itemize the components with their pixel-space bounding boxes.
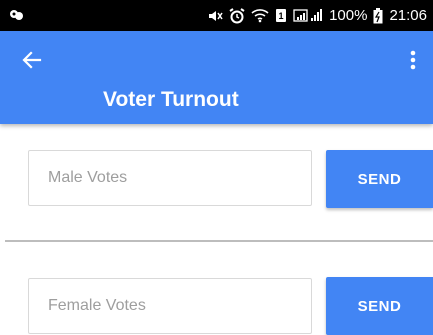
status-icons: 1 100% 21:06 bbox=[207, 0, 427, 31]
alarm-icon bbox=[229, 7, 245, 23]
male-votes-input[interactable]: Male Votes bbox=[28, 150, 312, 206]
svg-text:1: 1 bbox=[279, 11, 284, 21]
female-votes-placeholder: Female Votes bbox=[48, 297, 146, 314]
sim-icon: 1 bbox=[276, 9, 287, 22]
male-send-button[interactable]: SEND bbox=[326, 150, 433, 208]
status-time: 21:06 bbox=[389, 7, 427, 24]
female-votes-input[interactable]: Female Votes bbox=[28, 278, 312, 334]
divider bbox=[5, 240, 433, 242]
page-title: Voter Turnout bbox=[103, 88, 239, 111]
signal-icon bbox=[293, 9, 323, 22]
more-vert-icon[interactable] bbox=[409, 48, 417, 72]
battery-icon bbox=[373, 7, 383, 23]
male-votes-placeholder: Male Votes bbox=[48, 169, 128, 186]
app-notification-icon bbox=[10, 10, 23, 20]
female-send-button[interactable]: SEND bbox=[326, 277, 433, 335]
battery-percent: 100% bbox=[329, 7, 368, 24]
app-bar: Voter Turnout bbox=[0, 31, 433, 124]
mute-icon bbox=[209, 10, 223, 21]
arrow-left-icon[interactable] bbox=[20, 48, 44, 72]
wifi-icon bbox=[251, 9, 269, 23]
status-bar: 1 100% 21:06 bbox=[0, 0, 433, 31]
